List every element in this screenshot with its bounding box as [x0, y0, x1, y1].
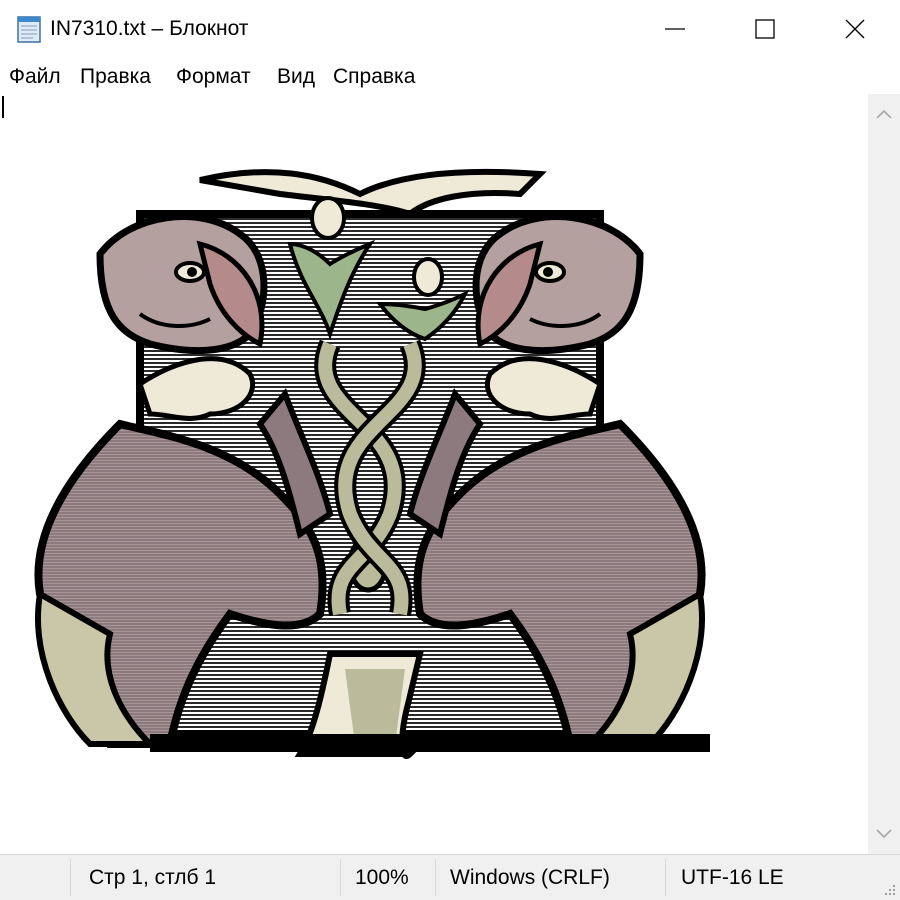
menu-edit[interactable]: Правка — [80, 64, 151, 90]
window-title: IN7310.txt – Блокнот — [50, 17, 249, 40]
status-divider — [435, 859, 436, 896]
maximize-button[interactable] — [720, 0, 810, 58]
chevron-up-icon — [876, 109, 892, 119]
encoding: UTF-16 LE — [681, 866, 784, 889]
menu-help[interactable]: Справка — [333, 64, 415, 90]
menu-view[interactable]: Вид — [277, 64, 315, 90]
menu-bar: Файл Правка Формат Вид Справка — [0, 58, 900, 94]
resize-grip-icon[interactable] — [882, 882, 896, 896]
cursor-position: Стр 1, стлб 1 — [89, 866, 217, 889]
scroll-down-button[interactable] — [868, 814, 900, 854]
text-editor[interactable] — [0, 94, 868, 854]
minimize-icon — [665, 28, 685, 30]
text-caret — [2, 96, 4, 118]
title-bar[interactable]: IN7310.txt – Блокнот — [0, 0, 900, 58]
status-divider — [665, 859, 666, 896]
status-divider — [70, 859, 71, 896]
menu-file[interactable]: Файл — [9, 64, 61, 90]
status-bar: Стр 1, стлб 1 100% Windows (CRLF) UTF-16… — [0, 854, 900, 900]
menu-format[interactable]: Формат — [176, 64, 251, 90]
maximize-icon — [755, 19, 775, 39]
close-icon — [845, 19, 865, 39]
notepad-icon — [17, 16, 41, 43]
line-endings: Windows (CRLF) — [450, 866, 610, 889]
vertical-scrollbar[interactable] — [868, 94, 900, 854]
ascii-art-lions — [34, 168, 710, 759]
scroll-up-button[interactable] — [868, 94, 900, 134]
close-button[interactable] — [810, 0, 900, 58]
minimize-button[interactable] — [630, 0, 720, 58]
zoom-level: 100% — [355, 866, 409, 889]
chevron-down-icon — [876, 829, 892, 839]
status-divider — [340, 859, 341, 896]
